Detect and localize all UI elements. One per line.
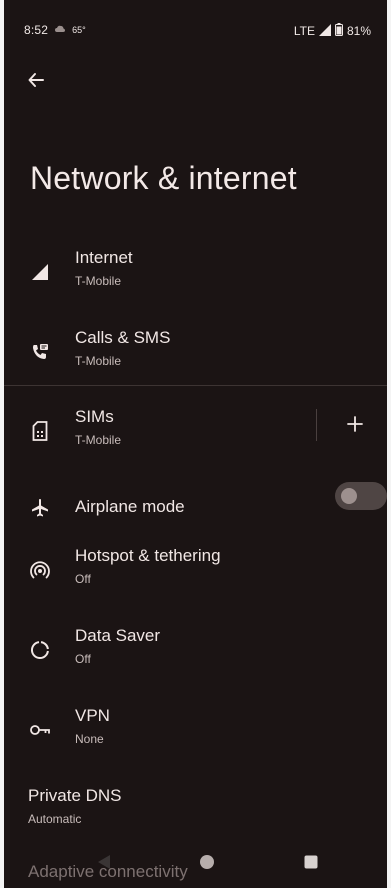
back-button[interactable] bbox=[22, 68, 50, 96]
nav-recents-button[interactable] bbox=[301, 854, 321, 874]
private-dns-title: Private DNS bbox=[28, 786, 122, 805]
internet-subtitle: T-Mobile bbox=[75, 274, 122, 288]
hotspot-icon bbox=[28, 558, 52, 582]
calls-sms-title: Calls & SMS bbox=[75, 328, 171, 347]
signal-icon bbox=[28, 260, 52, 284]
status-bar: 8:52 65° LTE 81% bbox=[4, 0, 387, 60]
internet-title: Internet bbox=[75, 248, 133, 267]
nav-home-button[interactable] bbox=[197, 854, 217, 874]
list-item-data-saver[interactable]: Data Saver Off bbox=[4, 618, 387, 682]
navigation-bar bbox=[4, 842, 387, 888]
private-dns-subtitle: Automatic bbox=[28, 812, 82, 826]
data-saver-icon bbox=[28, 638, 52, 662]
weather-icon bbox=[54, 23, 66, 37]
list-item-hotspot-tethering[interactable]: Hotspot & tethering Off bbox=[4, 538, 387, 602]
calls-sms-icon bbox=[28, 340, 52, 364]
list-item-calls-sms[interactable]: Calls & SMS T-Mobile bbox=[4, 320, 387, 384]
nav-home-icon bbox=[199, 854, 215, 875]
list-item-internet[interactable]: Internet T-Mobile bbox=[4, 240, 387, 304]
battery-icon bbox=[334, 23, 343, 39]
sim-card-icon bbox=[28, 419, 52, 443]
nav-recents-icon bbox=[304, 855, 318, 874]
screen: 8:52 65° LTE 81% Network & internet Inte… bbox=[0, 0, 391, 888]
add-sim-button[interactable] bbox=[339, 410, 371, 442]
list-item-private-dns[interactable]: Private DNS Automatic bbox=[4, 778, 387, 842]
status-temperature: 65° bbox=[72, 25, 86, 35]
list-item-sims[interactable]: SIMs T-Mobile bbox=[4, 399, 307, 463]
list-item-airplane-mode[interactable]: Airplane mode bbox=[4, 476, 327, 540]
status-battery: 81% bbox=[346, 24, 371, 38]
list-item-vpn[interactable]: VPN None bbox=[4, 698, 387, 762]
plus-icon bbox=[347, 415, 363, 437]
status-right: LTE 81% bbox=[294, 23, 371, 39]
hotspot-title: Hotspot & tethering bbox=[75, 546, 221, 565]
section-divider bbox=[4, 385, 387, 386]
toggle-knob bbox=[341, 488, 357, 504]
status-network: LTE bbox=[293, 24, 315, 38]
sims-subtitle: T-Mobile bbox=[75, 433, 122, 447]
vpn-title: VPN bbox=[75, 706, 110, 725]
vpn-subtitle: None bbox=[75, 732, 104, 746]
nav-back-button[interactable] bbox=[94, 854, 114, 874]
page-title: Network & internet bbox=[30, 160, 297, 196]
sims-separator bbox=[316, 409, 317, 441]
nav-back-icon bbox=[97, 854, 111, 875]
airplane-mode-toggle[interactable] bbox=[335, 482, 387, 510]
data-saver-subtitle: Off bbox=[75, 652, 91, 666]
data-saver-title: Data Saver bbox=[75, 626, 161, 645]
hotspot-subtitle: Off bbox=[75, 572, 91, 586]
sims-title: SIMs bbox=[75, 407, 114, 426]
airplane-icon bbox=[28, 496, 52, 520]
status-time: 8:52 bbox=[24, 23, 49, 37]
calls-sms-subtitle: T-Mobile bbox=[75, 354, 122, 368]
cell-signal-icon bbox=[318, 23, 331, 39]
airplane-mode-title: Airplane mode bbox=[75, 497, 185, 516]
vpn-key-icon bbox=[28, 718, 52, 742]
status-left: 8:52 65° bbox=[24, 23, 86, 37]
arrow-back-icon bbox=[27, 71, 45, 94]
